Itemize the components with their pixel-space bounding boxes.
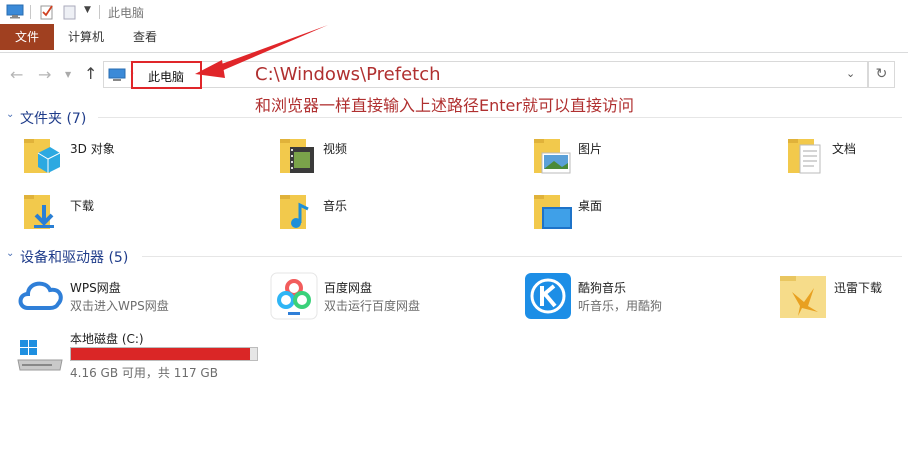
- documents-folder-icon: [788, 139, 821, 174]
- music-folder-icon: [280, 195, 309, 229]
- group-divider: [98, 117, 902, 118]
- wps-cloud-icon: [18, 281, 63, 310]
- kugou-music-icon: [525, 273, 571, 319]
- downloads-folder-icon: [24, 195, 54, 229]
- xunlei-download-icon: [780, 276, 826, 318]
- folder-item-desktop[interactable]: 桌面: [532, 191, 752, 235]
- device-description: 双击进入WPS网盘: [70, 299, 169, 313]
- folder-label: 下载: [70, 199, 95, 213]
- desktop-folder-icon: [534, 195, 572, 229]
- folder-item-downloads[interactable]: 下载: [22, 191, 242, 235]
- device-item-wps-cloud[interactable]: WPS网盘 双击进入WPS网盘: [16, 272, 256, 320]
- folder-label: 视频: [323, 142, 348, 156]
- videos-folder-icon: [280, 139, 314, 173]
- folder-item-documents[interactable]: 文档: [786, 135, 901, 179]
- folder-item-music[interactable]: 音乐: [278, 191, 498, 235]
- device-label: 百度网盘: [324, 281, 373, 295]
- drive-usage-fill: [71, 348, 250, 360]
- device-item-baidu-netdisk[interactable]: 百度网盘 双击运行百度网盘: [270, 272, 510, 320]
- group-divider: [142, 256, 902, 257]
- folder-label: 音乐: [323, 199, 348, 213]
- folder-item-3d-objects[interactable]: 3D 对象: [22, 135, 242, 179]
- folder-label: 图片: [578, 142, 603, 156]
- drive-free-space: 4.16 GB 可用，共 117 GB: [70, 366, 218, 380]
- device-label: 迅雷下载: [834, 281, 883, 295]
- device-label: 酷狗音乐: [578, 281, 627, 295]
- device-label: WPS网盘: [70, 281, 121, 295]
- drive-label: 本地磁盘 (C:): [70, 332, 144, 346]
- pictures-folder-icon: [534, 139, 571, 174]
- 3d-objects-folder-icon: [24, 139, 60, 173]
- folder-label: 桌面: [578, 199, 603, 213]
- folder-item-videos[interactable]: 视频: [278, 135, 498, 179]
- annotation-path-text: C:\Windows\Prefetch: [255, 64, 441, 85]
- device-description: 听音乐，用酷狗: [578, 299, 663, 313]
- annotation-instruction-text: 和浏览器一样直接输入上述路径Enter就可以直接访问: [255, 96, 634, 115]
- collapse-chevron-icon[interactable]: ⌄: [6, 248, 14, 259]
- drive-usage-bar: [70, 347, 258, 361]
- hard-drive-icon: [17, 340, 63, 371]
- devices-group-header[interactable]: 设备和驱动器 (5): [20, 247, 128, 267]
- device-item-kugou-music[interactable]: 酷狗音乐 听音乐，用酷狗: [524, 272, 764, 320]
- folders-group-header[interactable]: 文件夹 (7): [20, 108, 86, 128]
- collapse-chevron-icon[interactable]: ⌄: [6, 109, 14, 120]
- device-description: 双击运行百度网盘: [324, 299, 421, 313]
- folder-label: 文档: [832, 142, 857, 156]
- device-item-xunlei-download[interactable]: 迅雷下载: [778, 272, 902, 320]
- baidu-netdisk-icon: [270, 272, 318, 320]
- folder-label: 3D 对象: [70, 142, 115, 156]
- folder-item-pictures[interactable]: 图片: [532, 135, 752, 179]
